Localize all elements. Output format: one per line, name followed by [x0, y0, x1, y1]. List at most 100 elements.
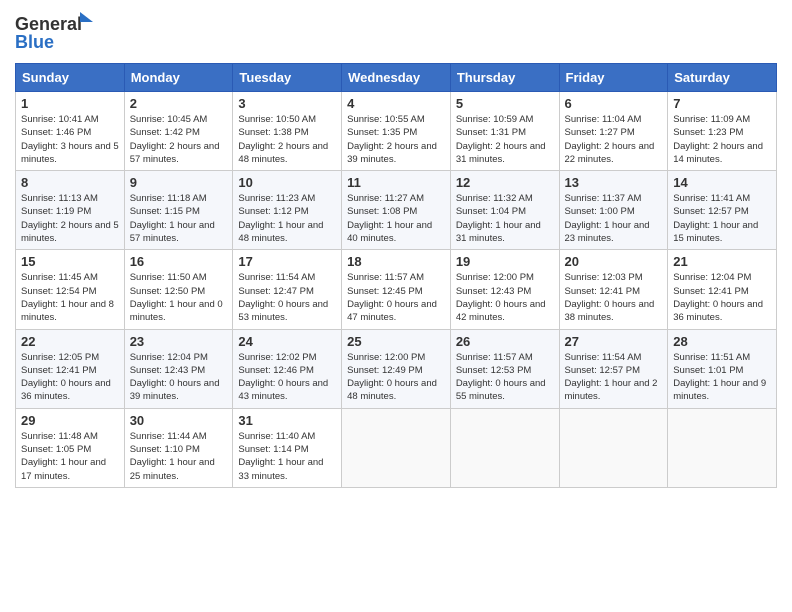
- calendar-cell-14: 14 Sunrise: 11:41 AMSunset: 12:57 PMDayli…: [668, 171, 777, 250]
- day-number: 28: [673, 334, 771, 349]
- day-info: Sunrise: 12:02 PMSunset: 12:46 PMDayligh…: [238, 352, 328, 403]
- day-number: 9: [130, 175, 228, 190]
- calendar-cell-empty-4-3: [342, 408, 451, 487]
- calendar-cell-28: 28 Sunrise: 11:51 AMSunset: 1:01 PMDaylig…: [668, 329, 777, 408]
- day-info: Sunrise: 11:51 AMSunset: 1:01 PMDaylight…: [673, 352, 766, 403]
- calendar-cell-29: 29 Sunrise: 11:48 AMSunset: 1:05 PMDaylig…: [16, 408, 125, 487]
- calendar-cell-23: 23Sunrise: 12:04 PMSunset: 12:43 PMDayli…: [124, 329, 233, 408]
- day-info: Sunrise: 12:04 PMSunset: 12:41 PMDayligh…: [673, 272, 763, 323]
- day-number: 27: [565, 334, 663, 349]
- day-number: 15: [21, 254, 119, 269]
- day-info: Sunrise: 11:54 AMSunset: 12:57 PMDayligh…: [565, 352, 658, 403]
- day-info: Sunrise: 11:37 AMSunset: 1:00 PMDaylight…: [565, 193, 650, 244]
- day-number: 16: [130, 254, 228, 269]
- calendar-cell-empty-4-5: [559, 408, 668, 487]
- calendar-week-2: 15 Sunrise: 11:45 AMSunset: 12:54 PMDayli…: [16, 250, 777, 329]
- calendar-cell-10: 10 Sunrise: 11:23 AMSunset: 1:12 PMDaylig…: [233, 171, 342, 250]
- weekday-header-wednesday: Wednesday: [342, 64, 451, 92]
- calendar-cell-12: 12Sunrise: 11:32 AMSunset: 1:04 PMDaylig…: [450, 171, 559, 250]
- header: GeneralBlue: [15, 10, 777, 55]
- day-info: Sunrise: 11:27 AMSunset: 1:08 PMDaylight…: [347, 193, 432, 244]
- calendar-table: SundayMondayTuesdayWednesdayThursdayFrid…: [15, 63, 777, 488]
- calendar-cell-13: 13 Sunrise: 11:37 AMSunset: 1:00 PMDaylig…: [559, 171, 668, 250]
- weekday-header-row: SundayMondayTuesdayWednesdayThursdayFrid…: [16, 64, 777, 92]
- weekday-header-friday: Friday: [559, 64, 668, 92]
- day-info: Sunrise: 11:41 AMSunset: 12:57 PMDayligh…: [673, 193, 758, 244]
- day-info: Sunrise: 11:23 AMSunset: 1:12 PMDaylight…: [238, 193, 323, 244]
- day-number: 24: [238, 334, 336, 349]
- day-number: 11: [347, 175, 445, 190]
- day-number: 18: [347, 254, 445, 269]
- calendar-cell-6: 6 Sunrise: 11:04 AMSunset: 1:27 PMDayligh…: [559, 92, 668, 171]
- day-number: 12: [456, 175, 554, 190]
- day-info: Sunrise: 11:40 AMSunset: 1:14 PMDaylight…: [238, 431, 323, 482]
- calendar-cell-16: 16 Sunrise: 11:50 AMSunset: 12:50 PMDayli…: [124, 250, 233, 329]
- weekday-header-thursday: Thursday: [450, 64, 559, 92]
- calendar-cell-17: 17Sunrise: 11:54 AMSunset: 12:47 PMDayli…: [233, 250, 342, 329]
- calendar-cell-20: 20 Sunrise: 12:03 PMSunset: 12:41 PMDayli…: [559, 250, 668, 329]
- calendar-cell-8: 8 Sunrise: 11:13 AMSunset: 1:19 PMDayligh…: [16, 171, 125, 250]
- calendar-cell-9: 9 Sunrise: 11:18 AMSunset: 1:15 PMDayligh…: [124, 171, 233, 250]
- calendar-cell-15: 15 Sunrise: 11:45 AMSunset: 12:54 PMDayli…: [16, 250, 125, 329]
- day-number: 3: [238, 96, 336, 111]
- day-info: Sunrise: 11:04 AMSunset: 1:27 PMDaylight…: [565, 114, 655, 165]
- day-number: 26: [456, 334, 554, 349]
- calendar-cell-26: 26 Sunrise: 11:57 AMSunset: 12:53 PMDayli…: [450, 329, 559, 408]
- calendar-cell-27: 27 Sunrise: 11:54 AMSunset: 12:57 PMDayli…: [559, 329, 668, 408]
- day-info: Sunrise: 12:05 PMSunset: 12:41 PMDayligh…: [21, 352, 111, 403]
- day-info: Sunrise: 12:00 PMSunset: 12:43 PMDayligh…: [456, 272, 546, 323]
- day-number: 10: [238, 175, 336, 190]
- day-number: 7: [673, 96, 771, 111]
- calendar-week-3: 22 Sunrise: 12:05 PMSunset: 12:41 PMDayli…: [16, 329, 777, 408]
- day-number: 5: [456, 96, 554, 111]
- day-number: 20: [565, 254, 663, 269]
- day-info: Sunrise: 10:45 AMSunset: 1:42 PMDaylight…: [130, 114, 220, 165]
- calendar-cell-21: 21Sunrise: 12:04 PMSunset: 12:41 PMDayli…: [668, 250, 777, 329]
- day-number: 29: [21, 413, 119, 428]
- day-info: Sunrise: 10:50 AMSunset: 1:38 PMDaylight…: [238, 114, 328, 165]
- day-info: Sunrise: 11:57 AMSunset: 12:53 PMDayligh…: [456, 352, 546, 403]
- calendar-cell-5: 5Sunrise: 10:59 AMSunset: 1:31 PMDayligh…: [450, 92, 559, 171]
- day-number: 4: [347, 96, 445, 111]
- calendar-cell-19: 19 Sunrise: 12:00 PMSunset: 12:43 PMDayli…: [450, 250, 559, 329]
- day-info: Sunrise: 11:13 AMSunset: 1:19 PMDaylight…: [21, 193, 119, 244]
- calendar-cell-1: 1Sunrise: 10:41 AMSunset: 1:46 PMDayligh…: [16, 92, 125, 171]
- calendar-cell-2: 2 Sunrise: 10:45 AMSunset: 1:42 PMDayligh…: [124, 92, 233, 171]
- day-info: Sunrise: 11:50 AMSunset: 12:50 PMDayligh…: [130, 272, 223, 323]
- day-number: 19: [456, 254, 554, 269]
- weekday-header-sunday: Sunday: [16, 64, 125, 92]
- day-info: Sunrise: 11:44 AMSunset: 1:10 PMDaylight…: [130, 431, 215, 482]
- day-info: Sunrise: 12:00 PMSunset: 12:49 PMDayligh…: [347, 352, 437, 403]
- calendar-cell-empty-4-4: [450, 408, 559, 487]
- day-number: 30: [130, 413, 228, 428]
- day-info: Sunrise: 11:48 AMSunset: 1:05 PMDaylight…: [21, 431, 106, 482]
- day-number: 17: [238, 254, 336, 269]
- day-number: 8: [21, 175, 119, 190]
- weekday-header-tuesday: Tuesday: [233, 64, 342, 92]
- calendar-week-0: 1Sunrise: 10:41 AMSunset: 1:46 PMDayligh…: [16, 92, 777, 171]
- calendar-cell-7: 7 Sunrise: 11:09 AMSunset: 1:23 PMDayligh…: [668, 92, 777, 171]
- calendar-cell-25: 25Sunrise: 12:00 PMSunset: 12:49 PMDayli…: [342, 329, 451, 408]
- day-info: Sunrise: 11:18 AMSunset: 1:15 PMDaylight…: [130, 193, 215, 244]
- day-number: 31: [238, 413, 336, 428]
- logo-svg: GeneralBlue: [15, 10, 95, 55]
- day-number: 22: [21, 334, 119, 349]
- day-info: Sunrise: 11:09 AMSunset: 1:23 PMDaylight…: [673, 114, 763, 165]
- day-number: 14: [673, 175, 771, 190]
- calendar-week-1: 8 Sunrise: 11:13 AMSunset: 1:19 PMDayligh…: [16, 171, 777, 250]
- day-info: Sunrise: 12:03 PMSunset: 12:41 PMDayligh…: [565, 272, 655, 323]
- day-info: Sunrise: 10:41 AMSunset: 1:46 PMDaylight…: [21, 114, 119, 165]
- calendar-cell-11: 11 Sunrise: 11:27 AMSunset: 1:08 PMDaylig…: [342, 171, 451, 250]
- weekday-header-monday: Monday: [124, 64, 233, 92]
- calendar-cell-3: 3 Sunrise: 10:50 AMSunset: 1:38 PMDayligh…: [233, 92, 342, 171]
- calendar-cell-24: 24 Sunrise: 12:02 PMSunset: 12:46 PMDayli…: [233, 329, 342, 408]
- calendar-cell-31: 31 Sunrise: 11:40 AMSunset: 1:14 PMDaylig…: [233, 408, 342, 487]
- day-number: 13: [565, 175, 663, 190]
- day-number: 2: [130, 96, 228, 111]
- calendar-cell-18: 18Sunrise: 11:57 AMSunset: 12:45 PMDayli…: [342, 250, 451, 329]
- day-info: Sunrise: 10:55 AMSunset: 1:35 PMDaylight…: [347, 114, 437, 165]
- day-info: Sunrise: 11:45 AMSunset: 12:54 PMDayligh…: [21, 272, 114, 323]
- calendar-cell-4: 4 Sunrise: 10:55 AMSunset: 1:35 PMDayligh…: [342, 92, 451, 171]
- day-info: Sunrise: 12:04 PMSunset: 12:43 PMDayligh…: [130, 352, 220, 403]
- day-number: 6: [565, 96, 663, 111]
